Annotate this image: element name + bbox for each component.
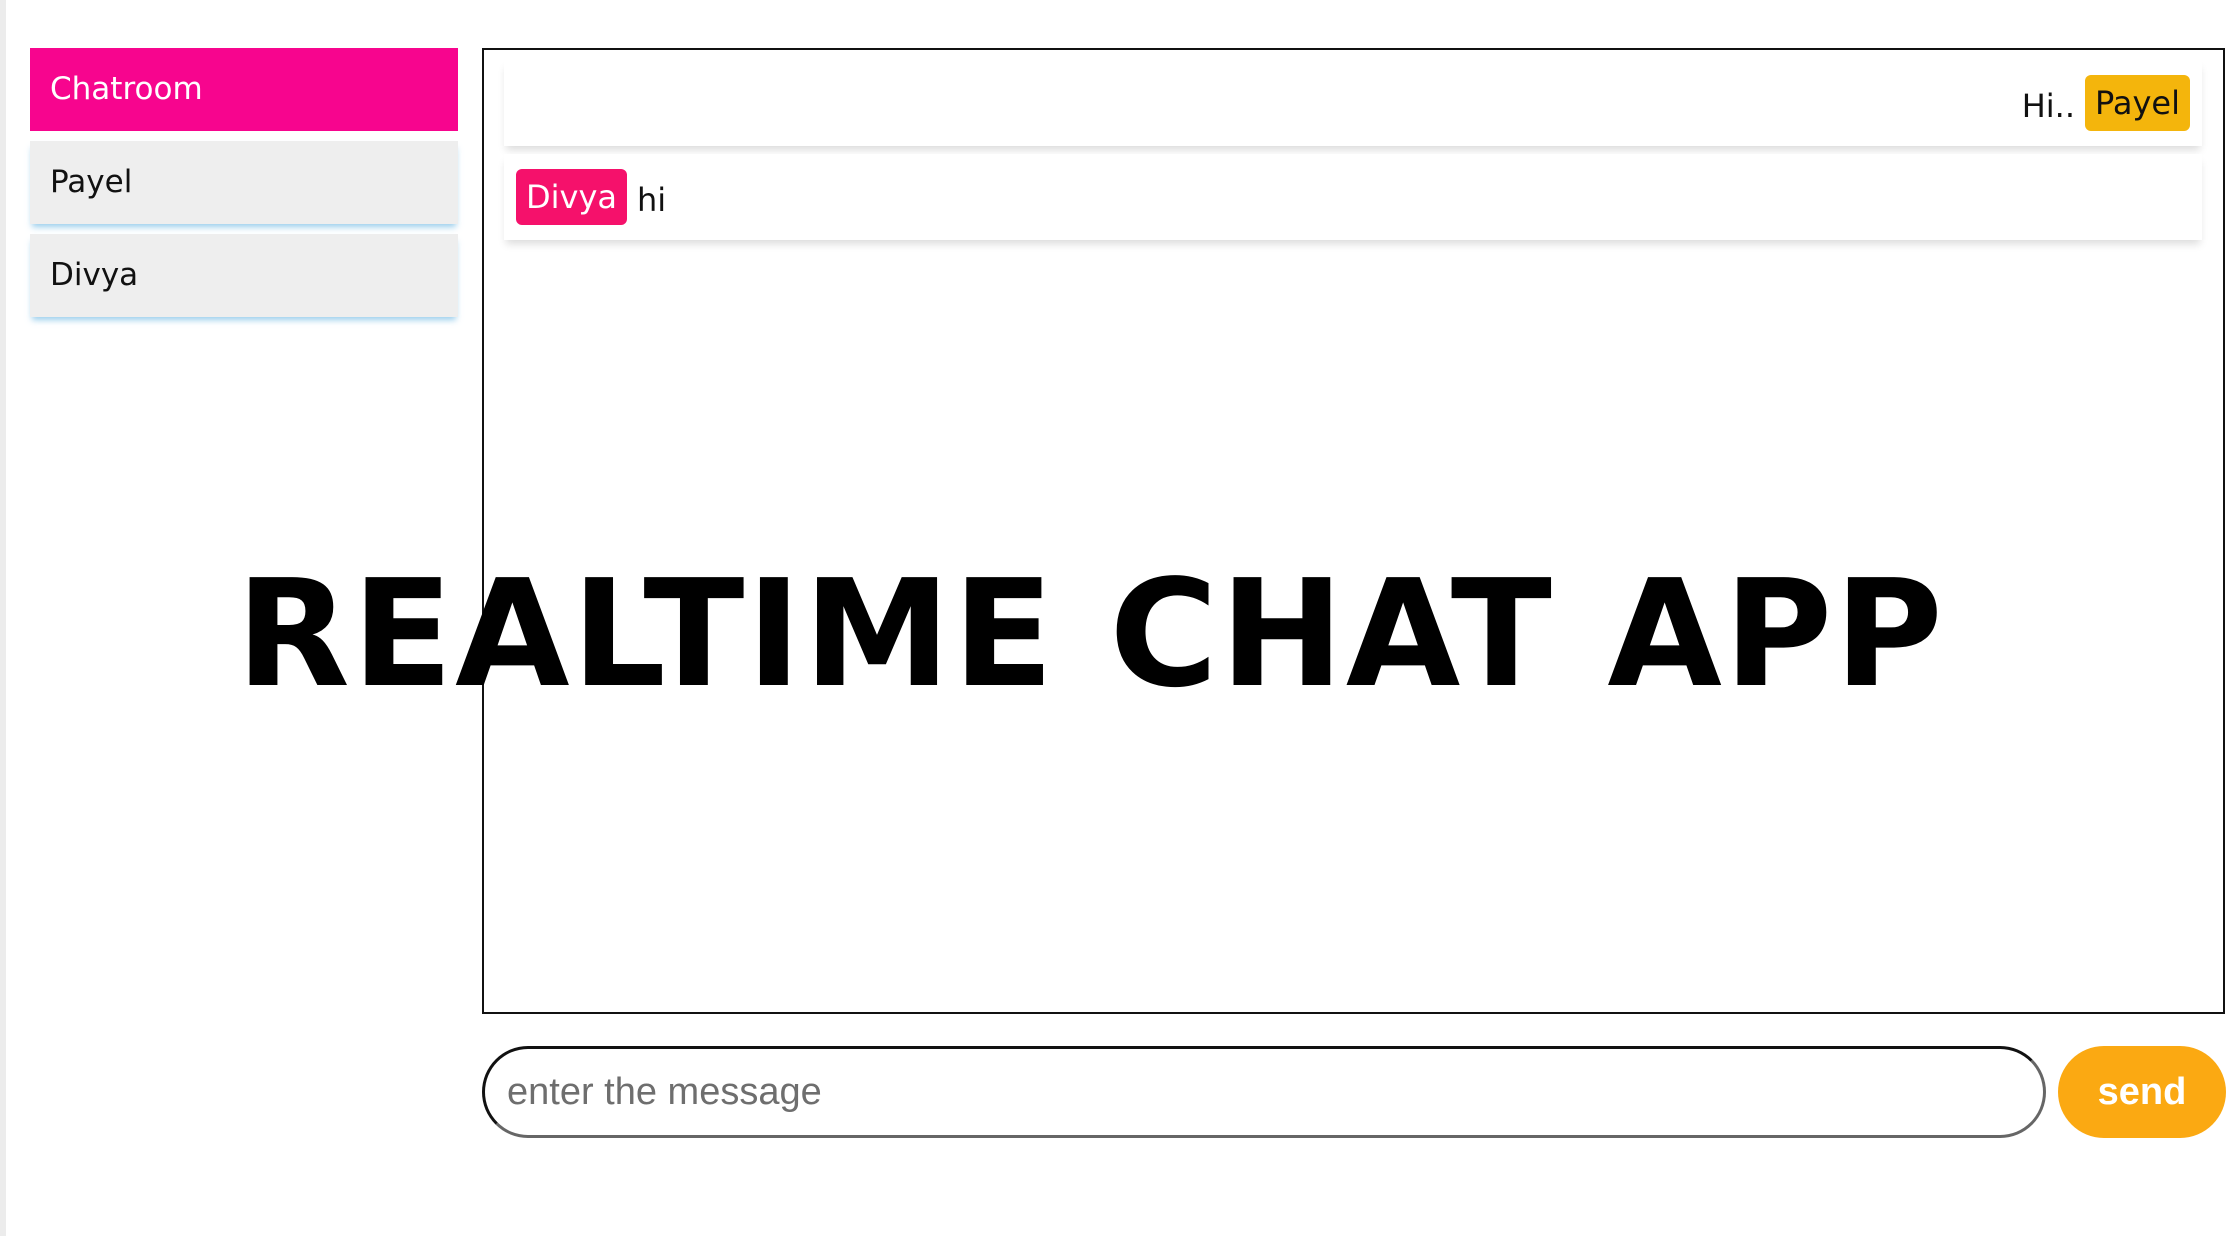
message-text: Hi.. bbox=[2021, 87, 2076, 125]
message-input[interactable] bbox=[482, 1046, 2046, 1138]
sidebar: Chatroom Payel Divya bbox=[30, 48, 458, 327]
chat-window[interactable]: Hi.. Payel Divya hi bbox=[482, 48, 2225, 1014]
sidebar-item-label: Divya bbox=[50, 257, 139, 293]
sidebar-item-label: Payel bbox=[50, 164, 133, 200]
sidebar-item-label: Chatroom bbox=[50, 71, 203, 107]
message-row-payel: Hi.. Payel bbox=[504, 60, 2202, 146]
sidebar-item-chatroom[interactable]: Chatroom bbox=[30, 48, 458, 131]
message-text: hi bbox=[637, 181, 667, 219]
window-edge bbox=[0, 0, 6, 1236]
send-button[interactable]: send bbox=[2058, 1046, 2226, 1138]
sender-badge-divya: Divya bbox=[516, 168, 628, 226]
sidebar-item-divya[interactable]: Divya bbox=[30, 234, 458, 317]
message-row-divya: Divya hi bbox=[504, 154, 2202, 240]
sender-badge-payel: Payel bbox=[2085, 74, 2190, 132]
sidebar-item-payel[interactable]: Payel bbox=[30, 141, 458, 224]
page: Chatroom Payel Divya Hi.. Payel Divya hi… bbox=[0, 0, 2236, 1236]
